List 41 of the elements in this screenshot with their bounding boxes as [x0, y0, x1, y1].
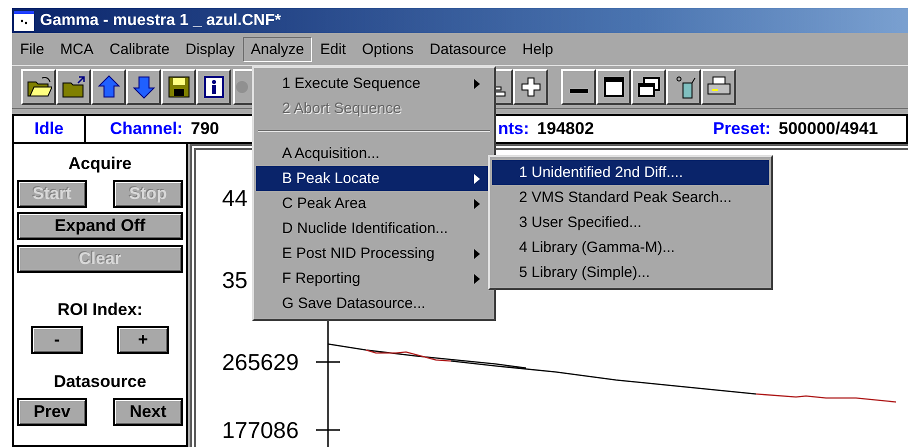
- window-title: Gamma - muestra 1 _ azul.CNF*: [40, 12, 281, 30]
- status-text: Idle: [34, 119, 64, 139]
- menu-item[interactable]: Display: [178, 36, 243, 62]
- status-value: 790: [190, 119, 220, 139]
- status-value: 500000/4941: [778, 119, 878, 139]
- menu-item[interactable]: File: [12, 36, 52, 62]
- menu-item[interactable]: F Reporting: [256, 266, 492, 291]
- menu-item[interactable]: D Nuclide Identification...: [256, 216, 492, 241]
- panel-button[interactable]: -: [31, 326, 83, 354]
- status-label: Preset:: [713, 119, 771, 139]
- section-title: ROI Index:: [57, 300, 142, 320]
- section-title: Acquire: [68, 154, 132, 174]
- menu-item[interactable]: Help: [514, 36, 562, 62]
- panel-button[interactable]: +: [117, 326, 169, 354]
- axis-label: 35: [222, 267, 248, 293]
- panel-button[interactable]: Next: [113, 398, 183, 426]
- menu-item[interactable]: Options: [354, 36, 422, 62]
- menu-item[interactable]: Analyze: [242, 36, 312, 62]
- axis-label: 44: [222, 185, 248, 211]
- menu-item[interactable]: A Acquisition...: [256, 141, 492, 166]
- menu-item[interactable]: 1 Execute Sequence: [256, 71, 492, 96]
- menu-item[interactable]: Datasource: [422, 36, 514, 62]
- axis-label: 265629: [222, 349, 299, 375]
- menu-item[interactable]: 1 Unidentified 2nd Diff....: [492, 160, 769, 185]
- section-title: Datasource: [54, 372, 146, 392]
- menu-item[interactable]: G Save Datasource...: [256, 291, 492, 316]
- menu-item[interactable]: 4 Library (Gamma-M)...: [492, 235, 769, 260]
- status-label: Channel:: [110, 119, 183, 139]
- status-label: nts:: [498, 119, 530, 139]
- status-value: 194802: [537, 119, 594, 139]
- menu-item[interactable]: C Peak Area: [256, 191, 492, 216]
- panel-button[interactable]: Expand Off: [17, 212, 183, 240]
- menu-item[interactable]: E Post NID Processing: [256, 241, 492, 266]
- axis-label: 177086: [222, 417, 299, 443]
- menu-item[interactable]: 3 User Specified...: [492, 210, 769, 235]
- panel-button[interactable]: Prev: [17, 398, 87, 426]
- menu-item[interactable]: 5 Library (Simple)...: [492, 260, 769, 285]
- menu-item[interactable]: 2 VMS Standard Peak Search...: [492, 185, 769, 210]
- menu-item[interactable]: MCA: [52, 36, 102, 62]
- menu-item[interactable]: Calibrate: [102, 36, 178, 62]
- menu-item[interactable]: Edit: [312, 36, 354, 62]
